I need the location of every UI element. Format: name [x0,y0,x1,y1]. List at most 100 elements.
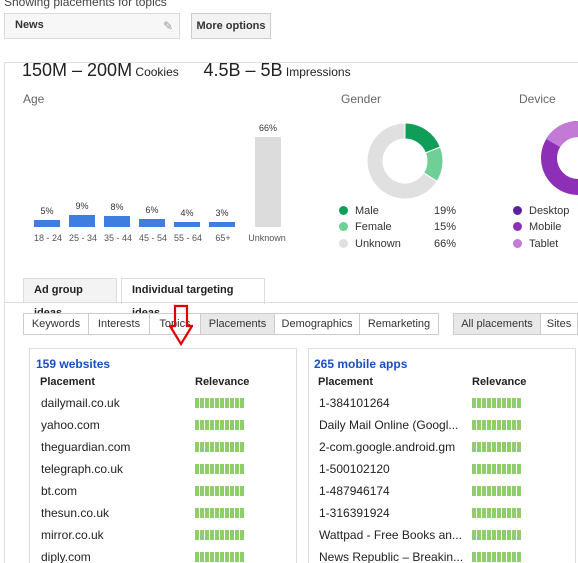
age-bar-label: 18 - 24 [33,233,63,243]
website-relevance-bar [195,442,244,452]
desktop-dot-icon [513,206,522,215]
websites-col-placement: Placement [40,376,96,388]
male-value: 19% [434,205,457,217]
seg-placements[interactable]: Placements [200,313,275,335]
legend-desktop: Desktop [513,205,569,217]
apps-col-placement: Placement [318,376,374,388]
website-relevance-bar [195,398,244,408]
legend-female: Female [339,221,392,233]
tab-individual-targeting-ideas[interactable]: Individual targeting ideas [121,278,265,319]
topics-caption: Showing placements for topics [4,0,167,9]
gender-slice-male [404,122,441,154]
age-bar-label: 55 - 64 [173,233,203,243]
app-placement-name[interactable]: 1-384101264 [319,396,390,410]
age-bar-value: 3% [215,208,229,218]
age-bar-label: 45 - 54 [138,233,168,243]
gender-title: Gender [341,92,382,106]
legend-male: Male [339,205,379,217]
cookies-value: 150M – 200M [22,60,133,80]
age-bar [139,218,165,227]
website-relevance-bar [195,530,244,540]
app-relevance-bar [472,508,521,518]
app-placement-name[interactable]: News Republic – Breakin... [319,550,463,563]
website-placement-name[interactable]: yahoo.com [41,418,100,432]
seg-keywords[interactable]: Keywords [23,313,89,335]
reach-stats: 150M – 200M Cookies 4.5B – 5B Impression… [22,60,351,81]
app-relevance-bar [472,530,521,540]
age-bar [34,220,60,227]
website-placement-name[interactable]: theguardian.com [41,440,130,454]
male-dot-icon [339,206,348,215]
age-bar-value: 5% [40,206,54,217]
mobile-dot-icon [513,222,522,231]
seg-all-placements[interactable]: All placements [453,313,541,335]
app-placement-name[interactable]: 1-316391924 [319,506,390,520]
app-relevance-bar [472,552,521,562]
female-value: 15% [434,221,457,233]
websites-title[interactable]: 159 websites [36,357,110,371]
apps-card: 265 mobile apps Placement Relevance 1-38… [308,348,576,563]
device-title: Device [519,92,556,106]
age-bar [69,214,95,227]
legend-unknown: Unknown [339,238,401,250]
age-bar [255,137,281,227]
legend-tablet: Tablet [513,238,558,250]
age-bar-value: 66% [258,123,277,133]
seg-interests[interactable]: Interests [88,313,150,335]
app-relevance-bar [472,486,521,496]
cookies-label: Cookies [135,65,179,79]
age-bar-value: 4% [180,207,194,218]
app-placement-name[interactable]: 1-487946174 [319,484,390,498]
age-bar-label: Unknown [248,233,286,243]
device-donut-chart [541,120,578,195]
gender-donut-chart [366,122,444,200]
website-placement-name[interactable]: thesun.co.uk [41,506,109,520]
website-placement-name[interactable]: diply.com [41,550,91,563]
website-relevance-bar [195,420,244,430]
website-relevance-bar [195,486,244,496]
app-placement-name[interactable]: 2-com.google.android.gm [319,440,455,454]
app-placement-name[interactable]: 1-500102120 [319,462,390,476]
age-bar-label: 25 - 34 [68,233,98,243]
unknown-dot-icon [339,239,348,248]
age-bar-value: 9% [75,200,89,211]
apps-title[interactable]: 265 mobile apps [314,357,407,371]
website-relevance-bar [195,464,244,474]
impressions-label: Impressions [285,65,351,79]
female-dot-icon [339,222,348,231]
unknown-value: 66% [434,238,457,250]
age-bar [209,222,235,227]
app-relevance-bar [472,420,521,430]
topic-field[interactable]: News ✎ [4,13,180,39]
app-placement-name[interactable]: Wattpad - Free Books an... [319,528,462,542]
seg-remarketing[interactable]: Remarketing [359,313,439,335]
seg-demographics[interactable]: Demographics [274,313,360,335]
age-bar [174,221,200,227]
website-placement-name[interactable]: bt.com [41,484,77,498]
more-options-button[interactable]: More options [191,13,271,39]
website-placement-name[interactable]: dailymail.co.uk [41,396,120,410]
age-bar-value: 6% [145,204,159,215]
website-placement-name[interactable]: telegraph.co.uk [41,462,123,476]
tab-divider [4,302,578,303]
app-relevance-bar [472,464,521,474]
apps-col-relevance: Relevance [472,376,527,388]
app-relevance-bar [472,442,521,452]
topic-value: News [15,19,44,31]
websites-card: 159 websites Placement Relevance dailyma… [29,348,297,563]
legend-mobile: Mobile [513,221,561,233]
seg-sites[interactable]: Sites [540,313,578,335]
app-placement-name[interactable]: Daily Mail Online (Googl... [319,418,458,432]
website-placement-name[interactable]: mirror.co.uk [41,528,104,542]
age-bar-label: 35 - 44 [103,233,133,243]
age-bar-label: 65+ [215,233,231,243]
app-relevance-bar [472,398,521,408]
red-down-arrow-icon [169,304,193,346]
tablet-dot-icon [513,239,522,248]
device-mobile-arc [541,158,578,195]
tab-ad-group-ideas[interactable]: Ad group ideas [23,278,117,319]
age-title: Age [23,92,45,106]
website-relevance-bar [195,508,244,518]
pencil-icon[interactable]: ✎ [163,19,173,33]
website-relevance-bar [195,552,244,562]
